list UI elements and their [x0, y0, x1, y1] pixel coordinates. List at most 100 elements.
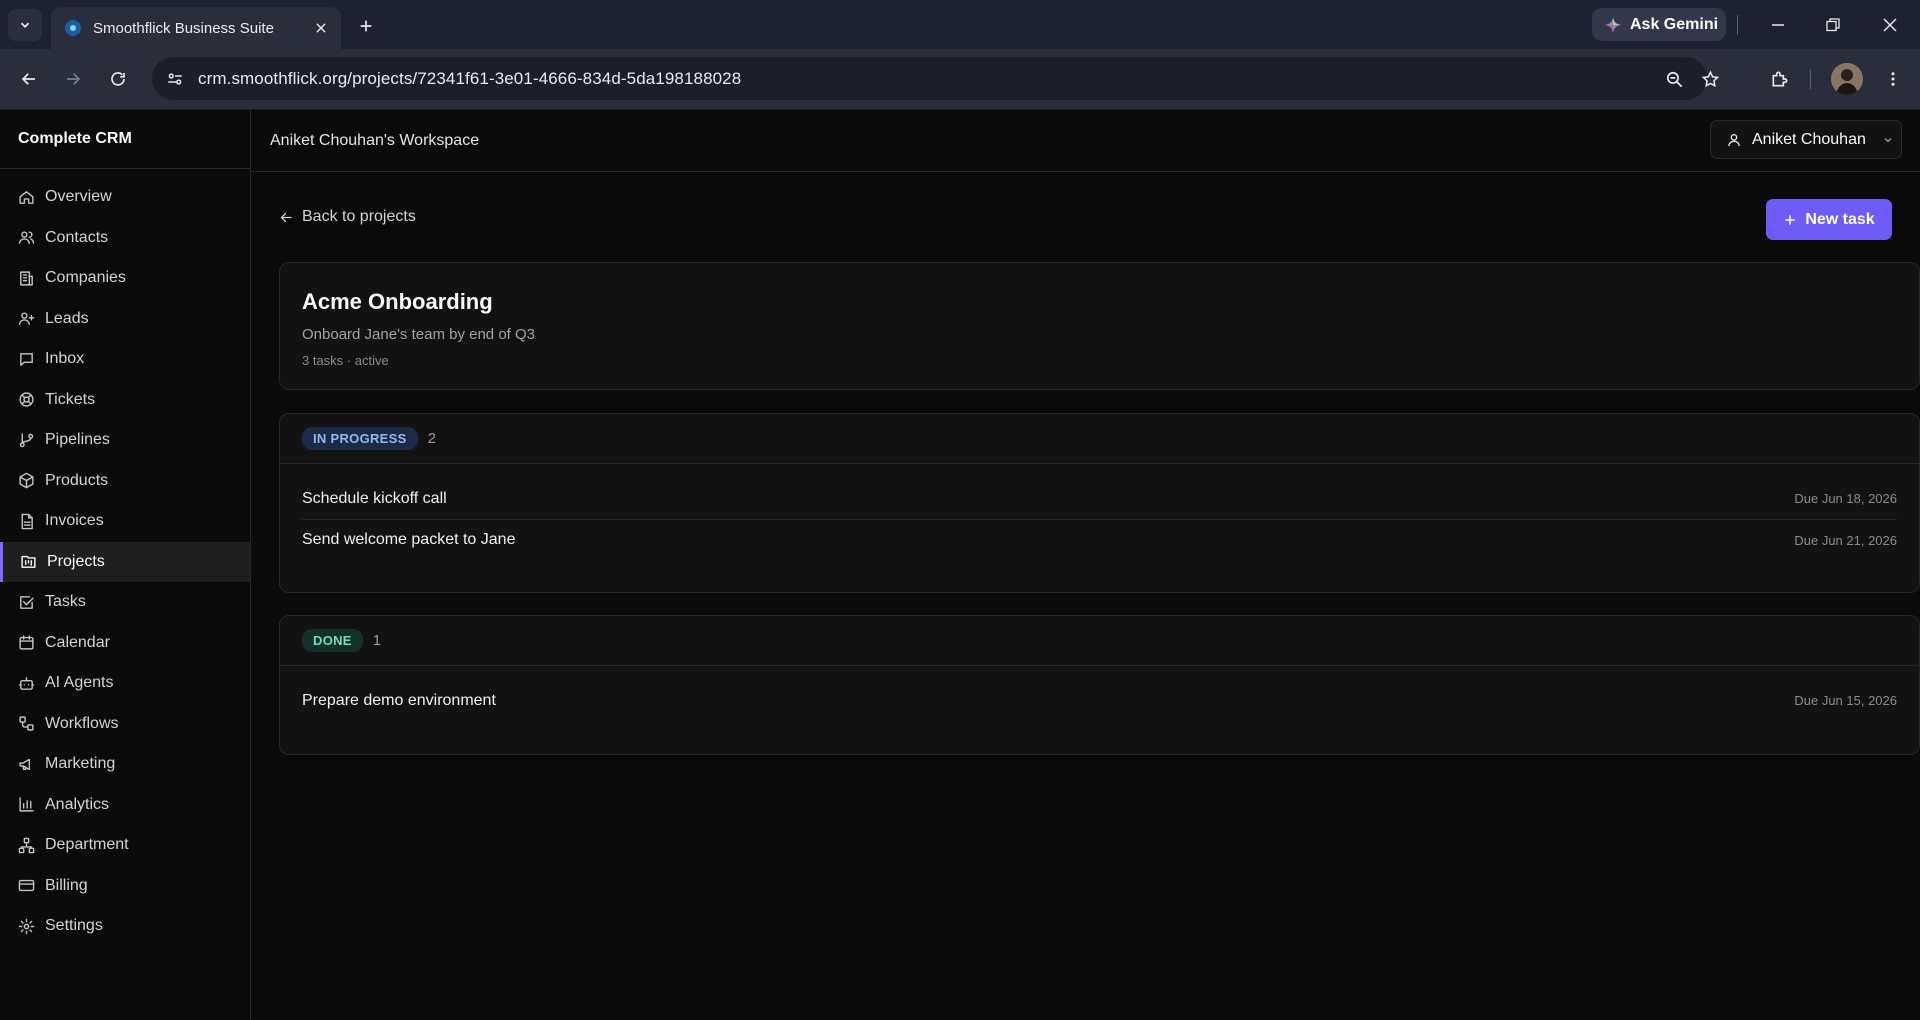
main-content: Aniket Chouhan's Workspace Aniket Chouha…: [251, 110, 1920, 1020]
sidebar-item-pipelines[interactable]: Pipelines: [0, 420, 250, 461]
zoom-button[interactable]: [1659, 64, 1689, 94]
close-tab-button[interactable]: [311, 18, 331, 38]
status-badge: DONE: [302, 629, 363, 652]
new-task-button[interactable]: New task: [1766, 199, 1892, 240]
sidebar-item-department[interactable]: Department: [0, 825, 250, 866]
plus-icon: [360, 20, 372, 32]
sidebar-item-label: Tickets: [45, 390, 96, 408]
sidebar-item-billing[interactable]: Billing: [0, 866, 250, 907]
reload-button[interactable]: [103, 64, 133, 94]
browser-tab[interactable]: Smoothflick Business Suite: [51, 7, 341, 49]
task-title: Schedule kickoff call: [302, 489, 447, 507]
lifebuoy-icon: [19, 392, 34, 407]
sidebar-item-settings[interactable]: Settings: [0, 906, 250, 947]
message-icon: [20, 352, 33, 366]
sidebar-item-ai-agents[interactable]: AI Agents: [0, 663, 250, 704]
file-text-icon: [21, 513, 33, 530]
check-square-icon: [20, 595, 34, 609]
chevron-down-icon: [1884, 137, 1892, 142]
folder-kanban-icon: [21, 556, 36, 569]
sidebar: Complete CRM Overview Contacts Companies Le…: [0, 110, 251, 1020]
sidebar-item-label: AI Agents: [45, 674, 114, 692]
sidebar-item-products[interactable]: Products: [0, 461, 250, 502]
sidebar-item-invoices[interactable]: Invoices: [0, 501, 250, 542]
project-card: Acme Onboarding Onboard Jane's team by e…: [279, 262, 1920, 390]
sidebar-item-contacts[interactable]: Contacts: [0, 218, 250, 259]
task-group-in-progress: IN PROGRESS 2 Schedule kickoff call Due J…: [279, 413, 1920, 593]
task-title: Send welcome packet to Jane: [302, 531, 516, 548]
tab-search-dropdown[interactable]: [8, 9, 42, 41]
plus-icon: [1785, 214, 1795, 225]
more-vertical-icon: [1891, 72, 1895, 86]
status-badge: IN PROGRESS: [302, 427, 418, 450]
sidebar-item-label: Companies: [45, 269, 126, 287]
sidebar-item-label: Products: [45, 471, 109, 489]
bot-icon: [18, 676, 35, 690]
workspace-name: Aniket Chouhan's Workspace: [270, 131, 480, 149]
sidebar-item-calendar[interactable]: Calendar: [0, 623, 250, 664]
arrow-left-icon: [280, 212, 292, 222]
sidebar-item-label: Leads: [45, 309, 89, 327]
bookmark-button[interactable]: [1695, 64, 1725, 94]
user-menu-button[interactable]: Aniket Chouhan: [1710, 120, 1902, 159]
extensions-button[interactable]: [1765, 64, 1795, 94]
user-name: Aniket Chouhan: [1752, 130, 1866, 148]
address-bar[interactable]: crm.smoothflick.org/projects/72341f61-3e…: [152, 57, 1719, 100]
task-due-date: Due Jun 15, 2026: [1794, 693, 1897, 708]
minimize-icon: [1772, 24, 1784, 26]
back-to-projects-link[interactable]: Back to projects: [279, 208, 416, 226]
user-icon: [1728, 133, 1740, 146]
sidebar-item-projects[interactable]: Projects: [0, 541, 250, 582]
sidebar-item-workflows[interactable]: Workflows: [0, 704, 250, 745]
task-title: Prepare demo environment: [302, 691, 496, 709]
megaphone-icon: [19, 758, 31, 770]
divider: [1737, 15, 1738, 35]
sidebar-item-label: Invoices: [45, 512, 104, 530]
close-icon: [316, 23, 326, 33]
task-due-date: Due Jun 21, 2026: [1794, 532, 1897, 548]
new-task-label: New task: [1805, 210, 1875, 228]
git-branch-icon: [19, 433, 34, 447]
sidebar-item-overview[interactable]: Overview: [0, 177, 250, 218]
sidebar-item-label: Settings: [45, 917, 103, 935]
browser-menu-button[interactable]: [1878, 64, 1908, 94]
building-icon: [20, 271, 33, 286]
back-nav-button[interactable]: [14, 64, 44, 94]
sidebar-item-analytics[interactable]: Analytics: [0, 785, 250, 826]
group-count: 1: [372, 632, 382, 649]
package-icon: [19, 472, 34, 489]
task-row[interactable]: Schedule kickoff call Due Jun 18, 2026: [302, 478, 1897, 519]
sidebar-item-companies[interactable]: Companies: [0, 258, 250, 299]
sidebar-nav: Overview Contacts Companies Leads Inbox Ticke…: [0, 169, 250, 947]
new-tab-button[interactable]: [352, 12, 380, 40]
task-row[interactable]: Prepare demo environment Due Jun 15, 2026: [302, 680, 1897, 721]
sidebar-item-label: Department: [45, 836, 129, 854]
sidebar-item-label: Inbox: [45, 350, 85, 368]
project-meta: 3 tasks · active: [302, 353, 389, 368]
minimize-button[interactable]: [1763, 10, 1793, 40]
forward-nav-button[interactable]: [58, 64, 88, 94]
restore-button[interactable]: [1818, 10, 1848, 40]
close-window-button[interactable]: [1875, 10, 1905, 40]
profile-avatar[interactable]: [1831, 63, 1863, 95]
arrow-right-icon: [67, 73, 81, 85]
sidebar-item-tasks[interactable]: Tasks: [0, 582, 250, 623]
ask-gemini-button[interactable]: Ask Gemini: [1592, 8, 1726, 41]
users-icon: [18, 231, 35, 245]
sidebar-item-inbox[interactable]: Inbox: [0, 339, 250, 380]
sidebar-item-leads[interactable]: Leads: [0, 299, 250, 340]
sidebar-item-label: Marketing: [45, 755, 116, 773]
task-row[interactable]: Send welcome packet to Jane Due Jun 21, 2…: [302, 519, 1897, 560]
sidebar-item-label: Pipelines: [45, 431, 110, 449]
profile-photo-icon: [1831, 63, 1863, 95]
gear-icon: [18, 918, 35, 935]
task-list: Schedule kickoff call Due Jun 18, 2026 Sen…: [280, 464, 1919, 560]
sidebar-item-tickets[interactable]: Tickets: [0, 380, 250, 421]
url-text: crm.smoothflick.org/projects/72341f61-3e…: [198, 69, 741, 89]
arrow-left-icon: [21, 73, 35, 85]
task-group-done: DONE 1 Prepare demo environment Due Jun 1…: [279, 615, 1920, 755]
workflow-icon: [19, 716, 34, 731]
site-settings-icon: [168, 72, 182, 85]
group-header: DONE 1: [280, 616, 1919, 666]
sidebar-item-marketing[interactable]: Marketing: [0, 744, 250, 785]
